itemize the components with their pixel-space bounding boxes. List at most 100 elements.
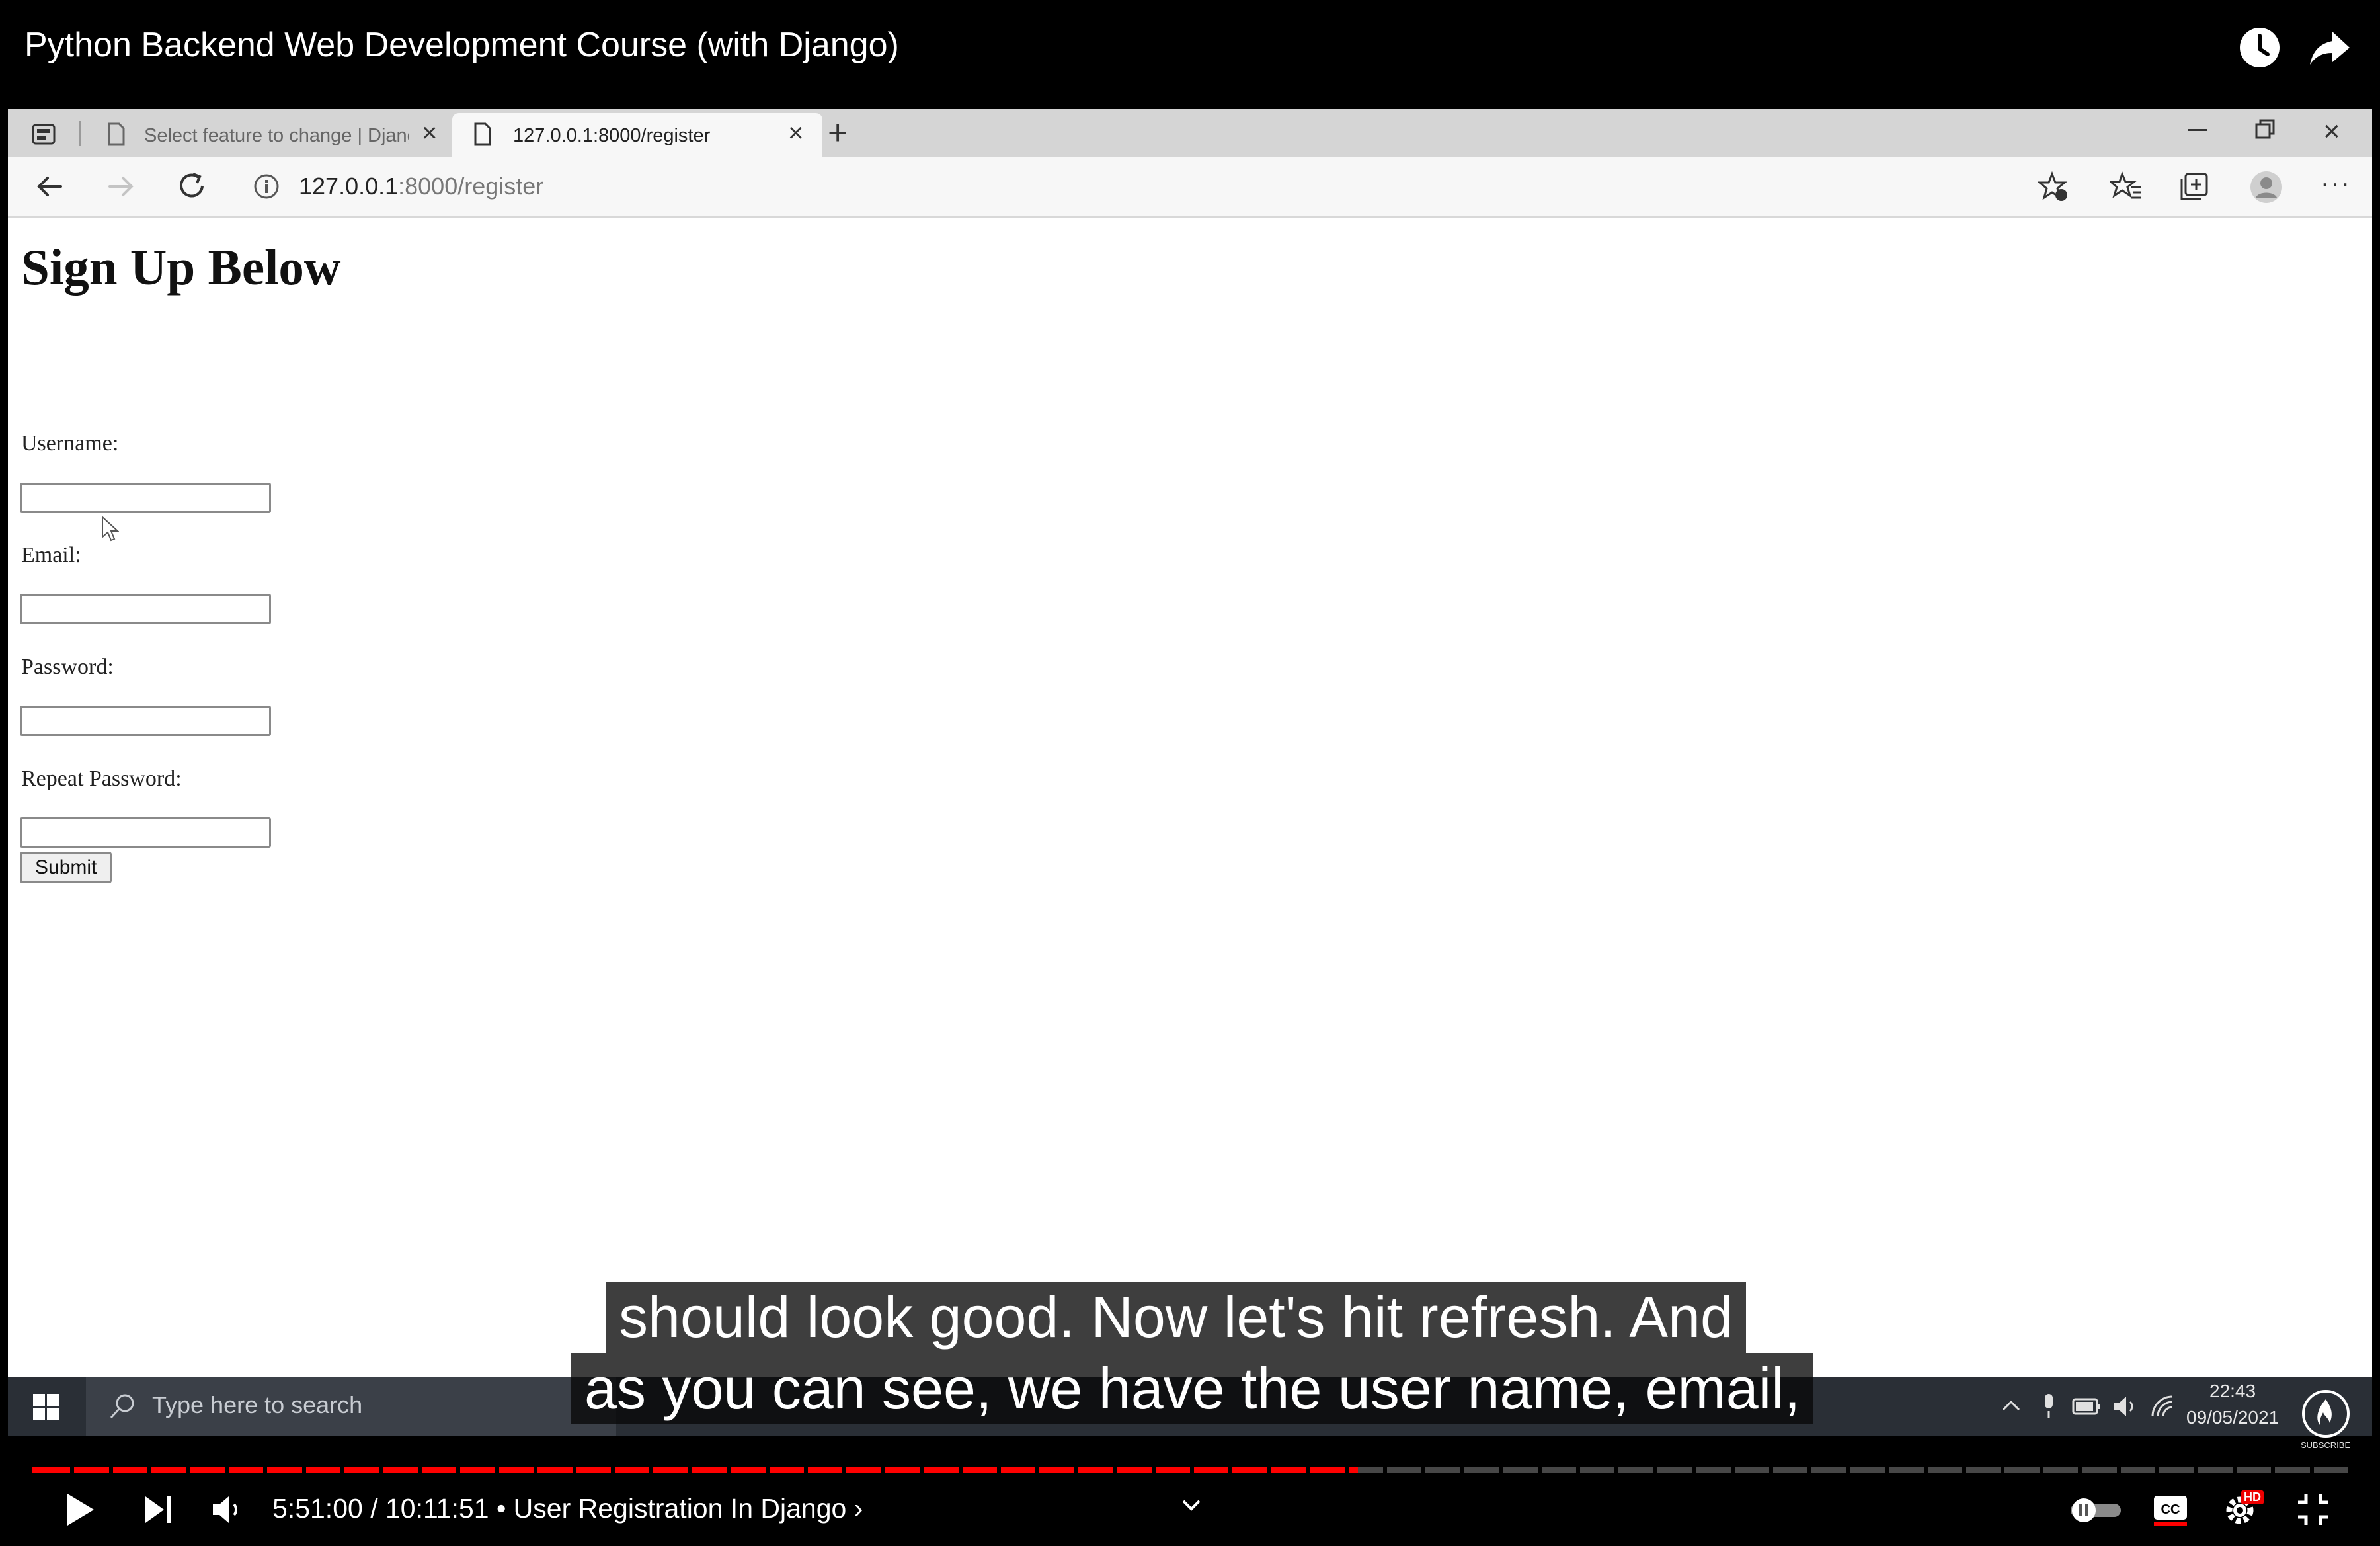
chapter-gap — [2271, 1467, 2275, 1473]
restore-icon[interactable] — [2254, 118, 2276, 143]
chapter-gap — [418, 1467, 422, 1473]
autoplay-toggle[interactable] — [2068, 1496, 2123, 1528]
minimize-icon[interactable] — [2188, 129, 2207, 131]
new-tab-icon[interactable]: + — [828, 116, 848, 150]
chapter-gap — [70, 1467, 74, 1473]
chapter-gap — [263, 1467, 267, 1473]
caption-line-2: as you can see, we have the user name, e… — [571, 1353, 1814, 1424]
chapter-gap — [1306, 1467, 1310, 1473]
chapter-gap — [804, 1467, 808, 1473]
address-input[interactable]: 127.0.0.1:8000/register — [299, 173, 543, 200]
tab-strip: Select feature to change | Django × 127.… — [8, 109, 2372, 157]
password-input[interactable] — [20, 706, 271, 736]
more-options-icon[interactable]: ··· — [2320, 169, 2351, 198]
wifi-icon[interactable] — [2150, 1394, 2176, 1422]
tab-django-admin[interactable]: Select feature to change | Django × — [93, 113, 450, 157]
subscribe-label[interactable]: SUBSCRIBE — [2301, 1440, 2350, 1450]
close-tab-icon[interactable]: × — [788, 120, 803, 146]
chapter-gap — [2117, 1467, 2121, 1473]
chapter-gap — [1345, 1467, 1349, 1473]
time-current: 5:51:00 — [272, 1493, 363, 1524]
tab-register[interactable]: 127.0.0.1:8000/register × — [452, 113, 822, 157]
time-separator: / — [362, 1493, 385, 1524]
chapter-gap — [1074, 1467, 1078, 1473]
repeat-password-label: Repeat Password: — [21, 766, 182, 791]
chapter-gap — [727, 1467, 731, 1473]
chapter-gap — [1692, 1467, 1696, 1473]
chapter-gap — [649, 1467, 653, 1473]
chapter-gap — [1653, 1467, 1657, 1473]
chapter-gap — [1846, 1467, 1850, 1473]
chapter-gap — [842, 1467, 846, 1473]
exit-fullscreen-icon[interactable] — [2295, 1492, 2331, 1531]
site-info-icon[interactable] — [253, 173, 280, 204]
chapter-gap — [766, 1467, 770, 1473]
email-input[interactable] — [20, 594, 271, 624]
chapter-gap — [495, 1467, 499, 1473]
tab-label: Select feature to change | Django — [144, 125, 409, 146]
chapter-gap — [186, 1467, 190, 1473]
username-input[interactable] — [20, 483, 271, 513]
chapter-gap — [1924, 1467, 1928, 1473]
captions-cc-icon[interactable]: CC — [2153, 1493, 2188, 1528]
profile-avatar-icon[interactable] — [2249, 170, 2283, 208]
chapter-gap — [1885, 1467, 1889, 1473]
chapter-gap — [379, 1467, 383, 1473]
chapter-gap — [688, 1467, 692, 1473]
share-icon[interactable] — [2307, 25, 2352, 70]
chapter-gap — [2194, 1467, 2198, 1473]
windows-start-icon[interactable] — [33, 1394, 60, 1424]
next-video-icon[interactable] — [141, 1491, 176, 1531]
page-icon — [473, 122, 492, 149]
favorites-icon[interactable] — [2108, 171, 2142, 206]
email-label: Email: — [21, 543, 81, 567]
taskbar-search-box[interactable]: Type here to search — [86, 1377, 616, 1436]
mouse-cursor-icon — [100, 515, 120, 546]
volume-icon[interactable] — [2112, 1394, 2138, 1422]
chapter-gap — [573, 1467, 576, 1473]
chapter-gap — [147, 1467, 151, 1473]
chapter-gap — [1460, 1467, 1464, 1473]
back-icon[interactable] — [34, 171, 65, 205]
chapter-gap — [959, 1467, 963, 1473]
chapter-gap — [2233, 1467, 2237, 1473]
chapter-gap — [1421, 1467, 1425, 1473]
forward-icon[interactable] — [106, 171, 136, 205]
time-display[interactable]: 5:51:00 / 10:11:51 • User Registration I… — [272, 1493, 863, 1524]
chapter-gap — [2001, 1467, 2004, 1473]
chapter-gap — [1190, 1467, 1194, 1473]
watch-later-icon[interactable] — [2237, 25, 2282, 70]
chapter-gap — [534, 1467, 537, 1473]
volume-mute-icon[interactable] — [210, 1491, 245, 1531]
chapter-title[interactable]: • User Registration In Django › — [489, 1493, 863, 1524]
address-bar-row: 127.0.0.1:8000/register ··· — [8, 157, 2372, 218]
chevron-down-icon[interactable] — [1179, 1496, 1203, 1519]
search-icon — [108, 1393, 136, 1424]
page-title: Sign Up Below — [21, 239, 341, 296]
page-icon — [107, 122, 126, 149]
collections-icon[interactable] — [2179, 171, 2211, 206]
chapter-gap — [611, 1467, 615, 1473]
add-favorite-icon[interactable] — [2036, 171, 2069, 206]
chapter-gap — [109, 1467, 113, 1473]
repeat-password-input[interactable] — [20, 817, 271, 848]
progress-played — [32, 1467, 1358, 1473]
page-content: Sign Up Below Username: Email: Password:… — [8, 218, 2372, 1425]
channel-watermark-icon[interactable] — [2299, 1387, 2352, 1444]
chapter-gap — [1576, 1467, 1580, 1473]
battery-icon[interactable] — [2072, 1397, 2101, 1420]
show-hidden-icons-icon[interactable] — [1999, 1394, 2023, 1421]
close-tab-icon[interactable]: × — [422, 120, 437, 146]
close-window-icon[interactable]: × — [2323, 117, 2340, 146]
refresh-icon[interactable] — [176, 170, 208, 205]
clock-date[interactable]: 09/05/2021 — [2186, 1407, 2279, 1428]
chapter-gap — [340, 1467, 344, 1473]
microphone-icon[interactable] — [2039, 1393, 2059, 1422]
video-title[interactable]: Python Backend Web Development Course (w… — [24, 25, 899, 65]
chapter-gap — [1962, 1467, 1966, 1473]
clock-time[interactable]: 22:43 — [2209, 1381, 2256, 1402]
chapter-gap — [2310, 1467, 2314, 1473]
tab-actions-icon[interactable] — [30, 121, 57, 151]
play-icon[interactable] — [61, 1491, 98, 1531]
submit-button[interactable]: Submit — [20, 852, 112, 883]
